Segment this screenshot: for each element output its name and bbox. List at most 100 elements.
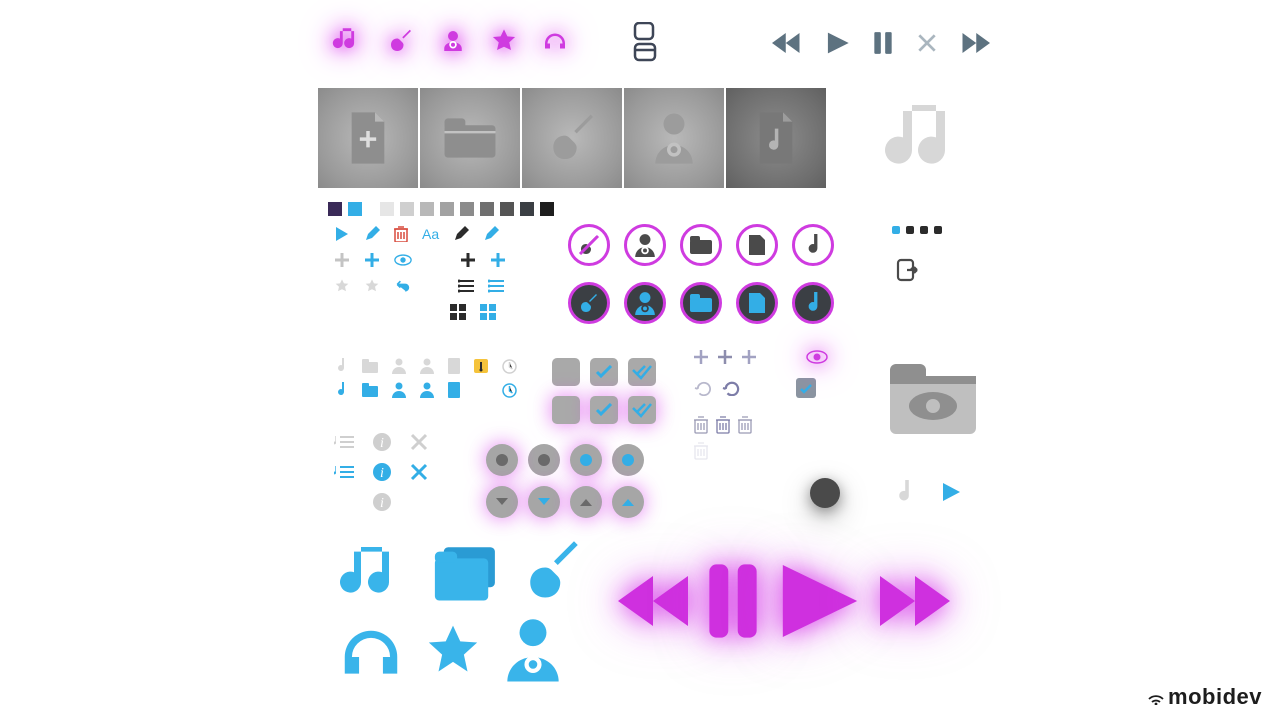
- swatch[interactable]: [348, 202, 362, 216]
- list-icon[interactable]: [458, 279, 474, 293]
- checkbox-empty-glow[interactable]: [552, 396, 580, 424]
- artist-icon[interactable]: [392, 358, 406, 374]
- rewind-big-icon[interactable]: [618, 572, 688, 630]
- pause-big-icon[interactable]: [706, 562, 760, 640]
- trash-icon[interactable]: [738, 416, 752, 434]
- eye-icon[interactable]: [394, 254, 412, 266]
- trash-icon[interactable]: [694, 416, 708, 434]
- artist-icon[interactable]: [438, 26, 468, 56]
- swatch[interactable]: [480, 202, 494, 216]
- undo-icon[interactable]: [722, 380, 740, 396]
- info-icon[interactable]: i: [372, 432, 392, 452]
- document-icon[interactable]: [448, 358, 460, 374]
- headphones-icon[interactable]: [540, 26, 570, 56]
- folder-icon[interactable]: [362, 383, 378, 397]
- folder-icon[interactable]: [362, 359, 378, 373]
- play-big-icon[interactable]: [778, 560, 862, 642]
- trash-icon[interactable]: [716, 416, 730, 434]
- artist-icon[interactable]: [504, 618, 562, 684]
- up-button[interactable]: [570, 486, 602, 518]
- tile-guitar[interactable]: [522, 88, 622, 188]
- play-small-icon[interactable]: [940, 481, 962, 503]
- trash-icon[interactable]: [694, 442, 708, 460]
- folders-icon[interactable]: [432, 545, 500, 605]
- swatch[interactable]: [420, 202, 434, 216]
- swatch[interactable]: [520, 202, 534, 216]
- tile-artist[interactable]: [624, 88, 724, 188]
- music-icon[interactable]: [334, 358, 348, 374]
- tile-folder[interactable]: [420, 88, 520, 188]
- play-icon[interactable]: [824, 30, 850, 56]
- ring-dark-folder[interactable]: [680, 282, 722, 324]
- list-icon[interactable]: [488, 279, 504, 293]
- ring-dark-music[interactable]: [792, 282, 834, 324]
- checkbox-double[interactable]: [628, 358, 656, 386]
- edit-icon[interactable]: [453, 226, 469, 242]
- ring-no-guitar[interactable]: [568, 224, 610, 266]
- swatch[interactable]: [500, 202, 514, 216]
- clock-icon[interactable]: [502, 359, 517, 374]
- forward-big-icon[interactable]: [880, 572, 950, 630]
- up-button-blue[interactable]: [612, 486, 644, 518]
- record-button-blue[interactable]: [570, 444, 602, 476]
- add-icon[interactable]: [364, 252, 380, 268]
- star-icon[interactable]: [490, 27, 518, 55]
- folder-preview-icon[interactable]: [888, 362, 978, 438]
- artist-icon[interactable]: [392, 382, 406, 398]
- artist-icon[interactable]: [420, 358, 434, 374]
- tile-music-file[interactable]: [726, 88, 826, 188]
- rewind-icon[interactable]: [772, 30, 802, 56]
- swatch[interactable]: [460, 202, 474, 216]
- add-icon[interactable]: [694, 350, 708, 364]
- music-icon[interactable]: [340, 540, 410, 610]
- ring-artist[interactable]: [624, 224, 666, 266]
- playlist-icon[interactable]: [334, 434, 354, 450]
- undo-icon[interactable]: [694, 380, 712, 396]
- checkbox-checked[interactable]: [590, 358, 618, 386]
- ring-document[interactable]: [736, 224, 778, 266]
- tile-add-document[interactable]: [318, 88, 418, 188]
- checkbox-empty[interactable]: [552, 358, 580, 386]
- swatch[interactable]: [540, 202, 554, 216]
- headphones-icon[interactable]: [340, 623, 402, 679]
- add-icon[interactable]: [334, 252, 350, 268]
- swatch[interactable]: [380, 202, 394, 216]
- star-icon[interactable]: [364, 278, 380, 294]
- pause-icon[interactable]: [872, 30, 894, 56]
- artist-icon[interactable]: [420, 382, 434, 398]
- star-icon[interactable]: [334, 278, 350, 294]
- add-icon[interactable]: [742, 350, 756, 364]
- guitar-icon[interactable]: [386, 26, 416, 56]
- add-icon[interactable]: [490, 252, 506, 268]
- info-icon[interactable]: i: [372, 492, 392, 512]
- forward-icon[interactable]: [960, 30, 990, 56]
- music-icon[interactable]: [330, 24, 364, 58]
- text-icon[interactable]: Aa: [422, 226, 439, 242]
- key-icon[interactable]: [474, 359, 488, 373]
- delete-icon[interactable]: [394, 226, 408, 242]
- swatch[interactable]: [440, 202, 454, 216]
- grid-icon[interactable]: [480, 304, 496, 320]
- grid-icon[interactable]: [450, 304, 466, 320]
- record-button[interactable]: [528, 444, 560, 476]
- close-icon[interactable]: [410, 433, 428, 451]
- guitar-icon[interactable]: [522, 540, 586, 610]
- add-icon[interactable]: [718, 350, 732, 364]
- check-square-icon[interactable]: [796, 378, 816, 398]
- ring-dark-document[interactable]: [736, 282, 778, 324]
- music-icon[interactable]: [334, 382, 348, 398]
- edit-icon[interactable]: [364, 226, 380, 242]
- close-icon[interactable]: [916, 32, 938, 54]
- clock-icon[interactable]: [502, 383, 517, 398]
- swatch[interactable]: [328, 202, 342, 216]
- checkbox-double-glow[interactable]: [628, 396, 656, 424]
- edit-icon[interactable]: [483, 226, 499, 242]
- close-icon[interactable]: [410, 463, 428, 481]
- info-icon[interactable]: i: [372, 462, 392, 482]
- playlist-icon[interactable]: [334, 464, 354, 480]
- record-button-blue[interactable]: [612, 444, 644, 476]
- play-icon[interactable]: [334, 226, 350, 242]
- star-icon[interactable]: [424, 623, 482, 679]
- ring-dark-artist[interactable]: [624, 282, 666, 324]
- down-button[interactable]: [486, 486, 518, 518]
